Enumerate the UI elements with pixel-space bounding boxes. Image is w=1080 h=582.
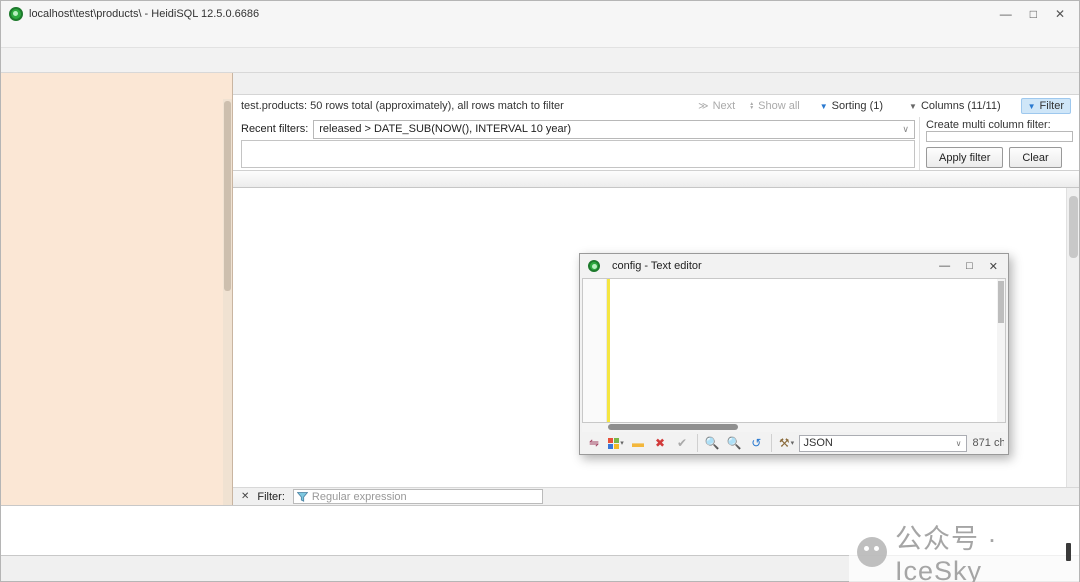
create-filter-label: Create multi column filter: bbox=[926, 119, 1073, 131]
maximize-button[interactable]: □ bbox=[1030, 7, 1037, 21]
editor-toolbar: ⇋ ▾ ▬ ✖ ✔ 🔍 🔍 ↺ ⚒▾ JSON∨ 871 characters … bbox=[580, 432, 1008, 454]
text-editor-dialog: config - Text editor — □ ✕ ⇋ ▾ ▬ ✖ ✔ 🔍 🔍… bbox=[579, 253, 1009, 455]
dialog-title-bar[interactable]: config - Text editor — □ ✕ bbox=[580, 254, 1008, 278]
multi-column-filter-input[interactable] bbox=[926, 131, 1073, 142]
editor-hscrollbar[interactable] bbox=[582, 423, 1006, 432]
dialog-title: config - Text editor bbox=[612, 260, 702, 272]
sorting-button[interactable]: ▼Sorting (1) bbox=[814, 99, 889, 113]
watermark: 公众号 · IceSky bbox=[849, 515, 1079, 582]
menu-bar bbox=[1, 27, 1079, 47]
title-bar: localhost\test\products\ - HeidiSQL 12.5… bbox=[1, 1, 1079, 27]
json-code-area[interactable] bbox=[610, 279, 1005, 422]
wrap-lines-icon[interactable]: ⇋ bbox=[584, 433, 604, 453]
sorting-dropdown-icon: ▼ bbox=[820, 102, 828, 111]
rows-summary: test.products: 50 rows total (approximat… bbox=[241, 100, 564, 112]
funnel-icon bbox=[297, 492, 308, 502]
cancel-icon[interactable]: ✖ bbox=[650, 433, 670, 453]
chevron-down-icon: ∨ bbox=[902, 124, 909, 135]
filter-dropdown-icon: ▼ bbox=[1028, 102, 1036, 111]
close-button[interactable]: ✕ bbox=[1055, 7, 1065, 21]
wechat-icon bbox=[857, 537, 887, 567]
columns-dropdown-icon: ▼ bbox=[909, 102, 917, 111]
recent-filters-label: Recent filters: bbox=[241, 123, 308, 135]
filter-zone: test.products: 50 rows total (approximat… bbox=[233, 95, 1079, 171]
columns-button[interactable]: ▼Columns (11/11) bbox=[903, 99, 1007, 113]
editor-status-text: 871 characters (max -1), bbox=[973, 437, 1004, 449]
format-select[interactable]: JSON∨ bbox=[799, 435, 967, 452]
show-all-button[interactable]: ▲▼Show all bbox=[749, 100, 800, 112]
clear-filter-button[interactable]: Clear bbox=[1009, 147, 1061, 168]
window-title: localhost\test\products\ - HeidiSQL 12.5… bbox=[29, 8, 259, 20]
zoom-in-icon[interactable]: 🔍 bbox=[702, 433, 722, 453]
filter-sql-editor[interactable] bbox=[241, 140, 915, 168]
next-button[interactable]: ≫Next bbox=[698, 100, 735, 112]
show-all-icon: ▲▼ bbox=[749, 102, 754, 110]
open-with-icon[interactable]: ▾ bbox=[606, 433, 626, 453]
recent-filters-select[interactable]: released > DATE_SUB(NOW(), INTERVAL 10 y… bbox=[313, 120, 915, 139]
grid-filter-bar: ✕ Filter: Regular expression bbox=[233, 487, 1079, 505]
minimize-button[interactable]: — bbox=[1000, 7, 1012, 21]
dialog-close-button[interactable]: ✕ bbox=[989, 260, 998, 273]
apply-icon[interactable]: ✔ bbox=[672, 433, 692, 453]
wrench-icon[interactable]: ⚒▾ bbox=[777, 433, 797, 453]
database-tree bbox=[1, 97, 232, 505]
zoom-out-icon[interactable]: 🔍 bbox=[724, 433, 744, 453]
editor-scrollbar[interactable] bbox=[997, 279, 1005, 422]
next-icon: ≫ bbox=[698, 101, 708, 112]
line-numbers bbox=[583, 279, 607, 422]
zoom-reset-icon[interactable]: ↺ bbox=[746, 433, 766, 453]
app-icon bbox=[9, 7, 23, 21]
app-icon bbox=[588, 260, 600, 272]
sidebar-filter-tabs bbox=[1, 73, 232, 97]
main-tab-bar bbox=[233, 73, 1079, 95]
database-sidebar bbox=[1, 73, 233, 505]
filter-button[interactable]: ▼Filter bbox=[1021, 98, 1071, 114]
dialog-minimize-button[interactable]: — bbox=[939, 260, 950, 273]
grid-filter-label: Filter: bbox=[257, 491, 285, 503]
apply-filter-button[interactable]: Apply filter bbox=[926, 147, 1003, 168]
close-filter-icon[interactable]: ✕ bbox=[241, 491, 249, 502]
sidebar-scrollbar[interactable] bbox=[223, 99, 232, 505]
toolbar bbox=[1, 47, 1079, 73]
load-file-icon[interactable]: ▬ bbox=[628, 433, 648, 453]
grid-filter-input[interactable]: Regular expression bbox=[293, 489, 543, 504]
heidisql-window: localhost\test\products\ - HeidiSQL 12.5… bbox=[0, 0, 1080, 582]
grid-header bbox=[233, 171, 1079, 188]
grid-scrollbar[interactable] bbox=[1066, 188, 1079, 487]
dialog-maximize-button[interactable]: □ bbox=[966, 260, 973, 273]
